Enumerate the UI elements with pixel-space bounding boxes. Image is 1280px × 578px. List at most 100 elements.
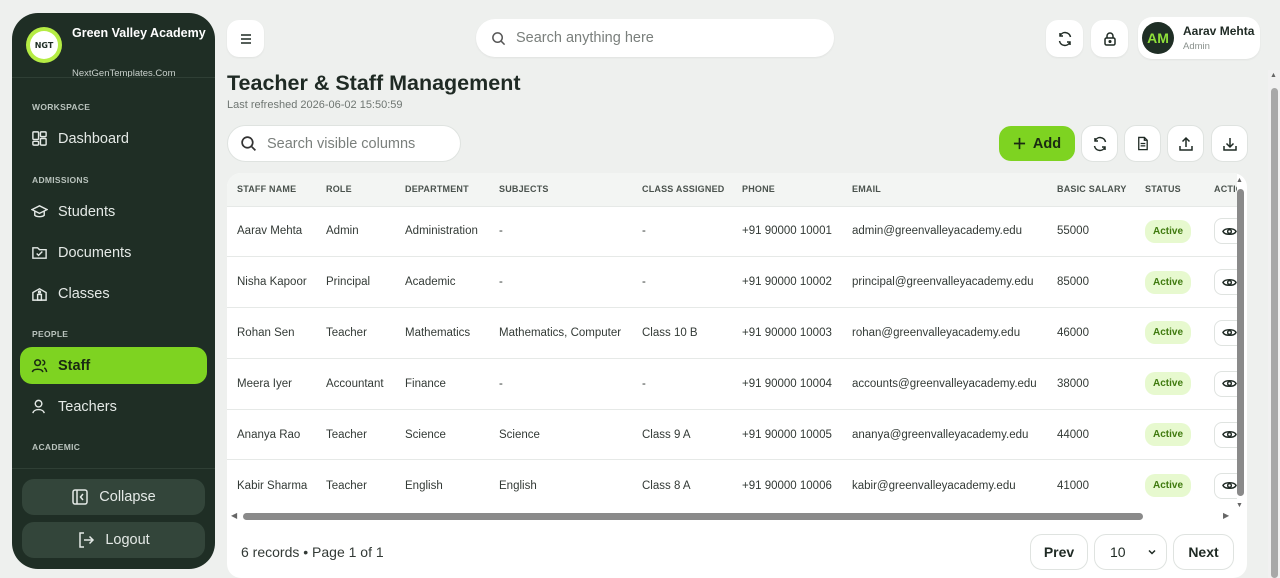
- refresh-table-button[interactable]: [1081, 125, 1118, 162]
- table-scroll-area[interactable]: STAFF NAME ROLE DEPARTMENT SUBJECTS CLASS AS…: [227, 173, 1237, 509]
- status-cell: Active: [1135, 459, 1204, 509]
- view-button[interactable]: [1214, 269, 1237, 296]
- column-header[interactable]: CLASS ASSIGNED: [632, 173, 732, 206]
- sidebar-item-staff[interactable]: Staff: [20, 347, 207, 384]
- subjects-cell: English: [489, 459, 632, 509]
- department-cell: Mathematics: [395, 307, 489, 359]
- column-header[interactable]: PHONE: [732, 173, 842, 206]
- view-button[interactable]: [1214, 370, 1237, 397]
- upload-button[interactable]: [1167, 125, 1204, 162]
- column-header[interactable]: ROLE: [316, 173, 395, 206]
- page-size-value: 10: [1110, 544, 1126, 560]
- column-header[interactable]: BASIC SALARY: [1047, 173, 1135, 206]
- page-scroll-up-icon[interactable]: ▲: [1270, 72, 1277, 79]
- sidebar-item-teachers[interactable]: Teachers: [20, 388, 207, 425]
- scroll-down-arrow-icon[interactable]: ▼: [1236, 502, 1243, 509]
- upload-icon: [1178, 136, 1193, 151]
- vertical-scroll-thumb[interactable]: [1237, 189, 1244, 496]
- add-staff-button[interactable]: Add: [999, 126, 1075, 161]
- download-button[interactable]: [1211, 125, 1248, 162]
- menu-toggle-button[interactable]: [227, 20, 264, 57]
- collapse-button[interactable]: Collapse: [22, 479, 205, 515]
- basic-salary-cell: 85000: [1047, 256, 1135, 308]
- download-icon: [1222, 137, 1237, 151]
- basic-salary-cell: 44000: [1047, 408, 1135, 460]
- lock-button[interactable]: [1091, 20, 1128, 57]
- chevron-down-icon: [1148, 549, 1156, 555]
- page-scrollbar[interactable]: ▲: [1268, 70, 1280, 578]
- column-header[interactable]: STATUS: [1135, 173, 1204, 206]
- scroll-up-arrow-icon[interactable]: ▲: [1236, 177, 1243, 184]
- column-header[interactable]: SUBJECTS: [489, 173, 632, 206]
- table-row[interactable]: Ananya Rao Teacher Science Science Class 9 A…: [227, 408, 1237, 460]
- status-badge: Active: [1145, 219, 1192, 243]
- page-size-select[interactable]: 10: [1094, 534, 1167, 570]
- scroll-left-arrow-icon[interactable]: ◀: [231, 511, 237, 520]
- sidebar-item-students[interactable]: Students: [20, 193, 207, 230]
- email-cell: principal@greenvalleyacademy.edu: [842, 256, 1047, 308]
- phone-cell: +91 90000 10003: [732, 307, 842, 359]
- subjects-cell: Mathematics, Computer: [489, 307, 632, 359]
- brand-name: Green Valley Academy: [72, 26, 206, 40]
- user-name: Aarav Mehta: [1183, 24, 1255, 38]
- horizontal-scroll-thumb[interactable]: [243, 513, 1143, 520]
- sidebar-item-label: Dashboard: [58, 130, 129, 147]
- global-search[interactable]: [476, 19, 834, 57]
- search-icon: [241, 136, 257, 152]
- export-document-button[interactable]: [1124, 125, 1161, 162]
- table-row[interactable]: Aarav Mehta Admin Administration - - +91 9000…: [227, 205, 1237, 257]
- phone-cell: +91 90000 10002: [732, 256, 842, 308]
- sidebar-item-dashboard[interactable]: Dashboard: [20, 120, 207, 157]
- logout-button[interactable]: Logout: [22, 522, 205, 558]
- department-cell: English: [395, 459, 489, 509]
- brand[interactable]: NGT Green Valley Academy NextGenTemplate…: [26, 27, 211, 83]
- view-button[interactable]: [1214, 319, 1237, 346]
- refresh-icon: [1093, 136, 1106, 151]
- page-scroll-thumb[interactable]: [1271, 88, 1278, 578]
- table-row[interactable]: Meera Iyer Accountant Finance - - +91 90000 1…: [227, 357, 1237, 410]
- actions-cell: [1204, 307, 1237, 359]
- sidebar-item-classes[interactable]: Classes: [20, 275, 207, 312]
- column-header[interactable]: EMAIL: [842, 173, 1047, 206]
- collapse-label: Collapse: [99, 489, 156, 505]
- document-icon: [1138, 136, 1148, 151]
- records-summary: 6 records • Page 1 of 1: [241, 544, 384, 560]
- column-search-input[interactable]: [267, 135, 447, 152]
- refresh-app-button[interactable]: [1046, 20, 1083, 57]
- column-header[interactable]: DEPARTMENT: [395, 173, 489, 206]
- column-header[interactable]: STAFF NAME: [227, 173, 316, 206]
- column-search[interactable]: [227, 125, 461, 162]
- user-menu[interactable]: AM Aarav Mehta Admin: [1138, 17, 1260, 59]
- vertical-scrollbar[interactable]: ▲ ▼: [1235, 177, 1245, 509]
- view-button[interactable]: [1214, 218, 1237, 245]
- avatar: AM: [1142, 22, 1174, 54]
- view-button[interactable]: [1214, 421, 1237, 448]
- staff-name-cell: Kabir Sharma: [227, 459, 316, 509]
- table-row[interactable]: Rohan Sen Teacher Mathematics Mathematics, …: [227, 307, 1237, 359]
- next-page-button[interactable]: Next: [1173, 534, 1234, 570]
- role-cell: Accountant: [316, 357, 395, 410]
- scroll-right-arrow-icon[interactable]: ▶: [1223, 511, 1229, 520]
- sidebar-item-label: Teachers: [58, 398, 117, 415]
- class-assigned-cell: Class 9 A: [632, 408, 732, 460]
- actions-cell: [1204, 408, 1237, 460]
- staff-name-cell: Ananya Rao: [227, 408, 316, 460]
- school-building-icon: [30, 285, 48, 303]
- table-row[interactable]: Nisha Kapoor Principal Academic - - +91 90000…: [227, 256, 1237, 308]
- staff-name-cell: Nisha Kapoor: [227, 256, 316, 308]
- staff-name-cell: Aarav Mehta: [227, 205, 316, 257]
- basic-salary-cell: 46000: [1047, 307, 1135, 359]
- staff-table-card: STAFF NAME ROLE DEPARTMENT SUBJECTS CLASS AS…: [227, 173, 1247, 578]
- subjects-cell: -: [489, 256, 632, 308]
- staff-table: STAFF NAME ROLE DEPARTMENT SUBJECTS CLASS AS…: [227, 173, 1237, 509]
- column-header[interactable]: ACTIONS: [1204, 173, 1237, 206]
- table-row[interactable]: Kabir Sharma Teacher English English Class 8…: [227, 459, 1237, 509]
- user-role: Admin: [1183, 41, 1210, 52]
- global-search-input[interactable]: [516, 30, 796, 46]
- prev-page-button[interactable]: Prev: [1030, 534, 1088, 570]
- view-button[interactable]: [1214, 472, 1237, 499]
- sidebar-item-documents[interactable]: Documents: [20, 234, 207, 271]
- last-refreshed: Last refreshed 2026-06-02 15:50:59: [227, 99, 403, 111]
- class-assigned-cell: -: [632, 205, 732, 257]
- horizontal-scrollbar[interactable]: ◀ ▶: [227, 509, 1235, 523]
